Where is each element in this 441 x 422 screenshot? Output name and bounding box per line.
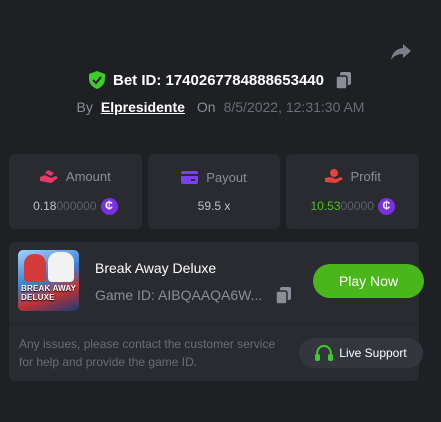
thumbnail-title-line: DELUXE bbox=[21, 293, 55, 302]
stats-panel: Amount 0.18000000 ₵ Payout 59.5 x Profit bbox=[9, 154, 420, 229]
share-button[interactable] bbox=[389, 40, 413, 64]
copy-icon[interactable] bbox=[274, 286, 292, 304]
game-id: Game ID: AIBQAAQA6W... bbox=[95, 287, 263, 303]
headset-icon bbox=[315, 344, 334, 361]
thumbnail-title: BREAK AWAY DELUXE bbox=[21, 284, 76, 302]
play-now-button[interactable]: Play Now bbox=[313, 264, 424, 298]
game-id-row: Game ID: AIBQAAQA6W... bbox=[95, 286, 292, 304]
payout-value: 59.5 x bbox=[197, 199, 231, 213]
stat-profit: Profit 10.5300000 ₵ bbox=[286, 154, 420, 229]
game-card: BREAK AWAY DELUXE Break Away Deluxe Game… bbox=[9, 242, 424, 381]
hand-coins-icon bbox=[39, 170, 58, 183]
divider bbox=[9, 324, 419, 325]
stat-payout: Payout 59.5 x bbox=[147, 154, 281, 229]
thumbnail-player-figure bbox=[24, 254, 46, 282]
crypto-coin-icon: ₵ bbox=[100, 197, 118, 215]
game-title: Break Away Deluxe bbox=[95, 260, 217, 276]
bet-id: Bet ID: 1740267784888653440 bbox=[112, 71, 324, 89]
bet-datetime: 8/5/2022, 12:31:30 AM bbox=[223, 99, 365, 115]
live-support-button[interactable]: Live Support bbox=[299, 338, 423, 368]
share-icon bbox=[391, 44, 411, 60]
live-support-label: Live Support bbox=[339, 346, 407, 360]
amount-label: Amount bbox=[65, 168, 111, 184]
profit-value-dim: 00000 bbox=[340, 199, 374, 213]
copy-icon[interactable] bbox=[334, 71, 352, 89]
username-link[interactable]: Elpresidente bbox=[101, 99, 185, 115]
profit-label: Profit bbox=[350, 168, 381, 184]
stat-amount: Amount 0.18000000 ₵ bbox=[9, 154, 142, 229]
support-message: Any issues, please contact the customer … bbox=[19, 337, 276, 369]
thumbnail-player-figure bbox=[48, 252, 74, 282]
hand-gift-icon bbox=[324, 169, 343, 183]
by-label: By bbox=[76, 99, 93, 115]
thumbnail-title-line: BREAK AWAY bbox=[21, 284, 77, 293]
bet-id-row: Bet ID: 1740267784888653440 bbox=[0, 71, 441, 89]
amount-value-dim: 000000 bbox=[56, 199, 97, 213]
amount-value: 0.18 bbox=[33, 199, 57, 213]
game-thumbnail[interactable]: BREAK AWAY DELUXE bbox=[18, 250, 79, 311]
profit-value: 10.53 bbox=[310, 199, 341, 213]
card-icon bbox=[181, 171, 199, 184]
on-label: On bbox=[196, 99, 216, 115]
bet-meta-row: By Elpresidente On 8/5/2022, 12:31:30 AM bbox=[0, 99, 441, 115]
crypto-coin-icon: ₵ bbox=[377, 197, 395, 215]
payout-label: Payout bbox=[206, 170, 247, 185]
shield-check-icon bbox=[88, 71, 107, 89]
